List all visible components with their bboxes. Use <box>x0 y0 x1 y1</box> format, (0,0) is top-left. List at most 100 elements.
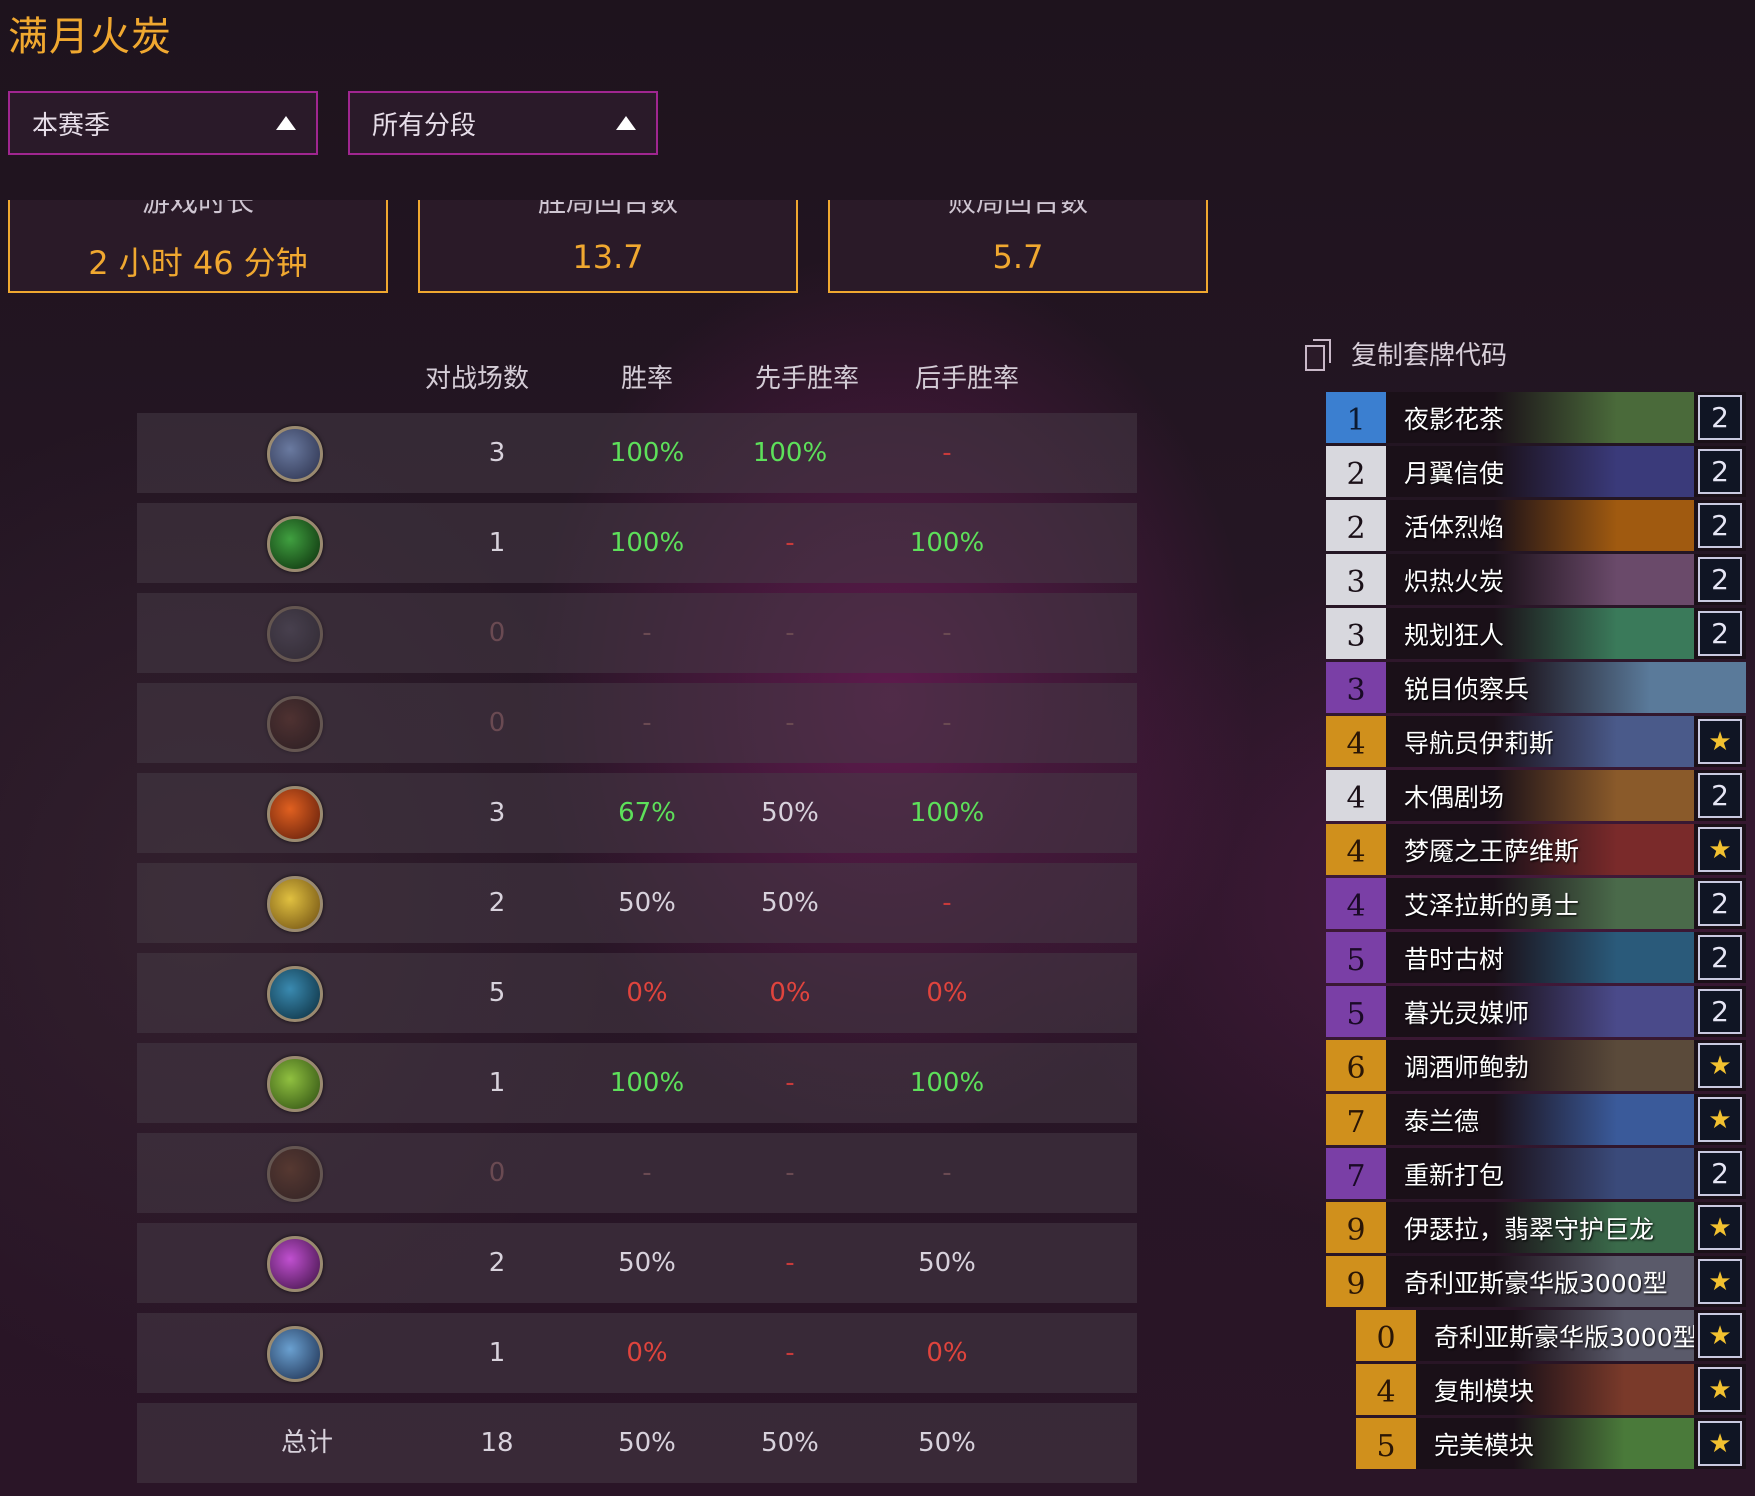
card-name: 活体烈焰 <box>1404 512 1505 542</box>
cell-second: 0% <box>926 1338 968 1368</box>
cell-winrate: 50% <box>618 1428 676 1458</box>
cell-winrate: 0% <box>626 1338 668 1368</box>
class-icon-2 <box>267 516 323 572</box>
card-name: 导航员伊莉斯 <box>1404 728 1555 758</box>
rank-dropdown-label: 所有分段 <box>372 110 477 141</box>
cell-first: 0% <box>769 978 811 1008</box>
cell-second: - <box>942 618 952 648</box>
deck-card[interactable]: 9 奇利亚斯豪华版3000型 ★ <box>1326 1256 1746 1307</box>
header-second-winrate: 后手胜率 <box>914 364 1019 394</box>
card-name-area: 木偶剧场 <box>1386 770 1694 821</box>
card-name: 锐目侦察兵 <box>1404 674 1530 704</box>
legendary-star-icon: ★ <box>1698 1421 1742 1466</box>
cell-winrate: 50% <box>618 888 676 918</box>
deck-card[interactable]: 5 暮光灵媒师 2 <box>1326 986 1746 1037</box>
cell-games: 18 <box>480 1428 514 1458</box>
card-count: 2 <box>1698 935 1742 980</box>
deck-card[interactable]: 5 昔时古树 2 <box>1326 932 1746 983</box>
card-count: 2 <box>1698 611 1742 656</box>
deck-card[interactable]: 5 完美模块 ★ <box>1356 1418 1746 1469</box>
deck-card[interactable]: 4 导航员伊莉斯 ★ <box>1326 716 1746 767</box>
deck-card[interactable]: 4 木偶剧场 2 <box>1326 770 1746 821</box>
card-name-area: 艾泽拉斯的勇士 <box>1386 878 1694 929</box>
deck-card[interactable]: 6 调酒师鲍勃 ★ <box>1326 1040 1746 1091</box>
deck-card[interactable]: 3 锐目侦察兵 <box>1326 662 1746 713</box>
deck-card[interactable]: 2 月翼信使 2 <box>1326 446 1746 497</box>
cell-first: 50% <box>761 798 819 828</box>
cell-winrate: 50% <box>618 1248 676 1278</box>
cell-winrate: 100% <box>609 1068 685 1098</box>
cell-winrate: 0% <box>626 978 668 1008</box>
table-row: 0 - - - <box>137 683 1137 763</box>
deck-card[interactable]: 3 炽热火炭 2 <box>1326 554 1746 605</box>
card-name-area: 暮光灵媒师 <box>1386 986 1694 1037</box>
class-icon-1 <box>267 426 323 482</box>
card-name: 艾泽拉斯的勇士 <box>1404 890 1580 920</box>
card-cost: 5 <box>1326 932 1386 983</box>
legendary-star-icon: ★ <box>1698 1043 1742 1088</box>
stat-loss-turns: 败局回合数 5.7 <box>828 200 1208 293</box>
cell-first: - <box>785 1248 795 1278</box>
page-title: 满月火炭 <box>8 14 172 60</box>
cell-first: - <box>785 1158 795 1188</box>
deck-card[interactable]: 3 规划狂人 2 <box>1326 608 1746 659</box>
caret-up-icon <box>616 116 636 130</box>
cell-second: 0% <box>926 978 968 1008</box>
card-name-area: 锐目侦察兵 <box>1386 662 1738 713</box>
card-name-area: 月翼信使 <box>1386 446 1694 497</box>
card-count: 2 <box>1698 449 1742 494</box>
cell-second: 100% <box>909 798 985 828</box>
card-cost: 9 <box>1326 1256 1386 1307</box>
stat-label: 胜局回合数 <box>537 200 678 218</box>
season-dropdown-label: 本赛季 <box>32 110 111 141</box>
class-icon-8 <box>267 1056 323 1112</box>
cell-first: 50% <box>761 1428 819 1458</box>
deck-card[interactable]: 7 重新打包 2 <box>1326 1148 1746 1199</box>
card-name: 木偶剧场 <box>1404 782 1505 812</box>
class-icon-11 <box>267 1326 323 1382</box>
deck-card[interactable]: 4 复制模块 ★ <box>1356 1364 1746 1415</box>
card-cost: 1 <box>1326 392 1386 443</box>
card-cost: 2 <box>1326 500 1386 551</box>
cell-games: 2 <box>488 888 506 918</box>
stat-value: 2 小时 46 分钟 <box>88 244 308 282</box>
rank-dropdown[interactable]: 所有分段 <box>348 91 658 155</box>
cell-first: - <box>785 528 795 558</box>
deck-card[interactable]: 4 艾泽拉斯的勇士 2 <box>1326 878 1746 929</box>
deck-card[interactable]: 7 泰兰德 ★ <box>1326 1094 1746 1145</box>
deck-card[interactable]: 1 夜影花茶 2 <box>1326 392 1746 443</box>
deck-card[interactable]: 9 伊瑟拉，翡翠守护巨龙 ★ <box>1326 1202 1746 1253</box>
cell-second: 50% <box>918 1248 976 1278</box>
card-count: 2 <box>1698 881 1742 926</box>
cell-first: - <box>785 708 795 738</box>
stat-label: 败局回合数 <box>947 200 1088 218</box>
cell-first: 100% <box>752 438 828 468</box>
card-count: 2 <box>1698 989 1742 1034</box>
card-name: 梦魇之王萨维斯 <box>1404 836 1580 866</box>
card-name: 完美模块 <box>1434 1430 1535 1460</box>
class-icon-9 <box>267 1146 323 1202</box>
deck-card[interactable]: 4 梦魇之王萨维斯 ★ <box>1326 824 1746 875</box>
cell-second: - <box>942 888 952 918</box>
card-name: 昔时古树 <box>1404 944 1505 974</box>
cell-games: 1 <box>488 1068 506 1098</box>
stat-game-duration: 游戏时长 2 小时 46 分钟 <box>8 200 388 293</box>
copy-deck-code-label: 复制套牌代码 <box>1351 341 1508 371</box>
cell-first: - <box>785 1068 795 1098</box>
deck-card[interactable]: 2 活体烈焰 2 <box>1326 500 1746 551</box>
caret-up-icon <box>276 116 296 130</box>
deck-card[interactable]: 0 奇利亚斯豪华版3000型 ★ <box>1356 1310 1746 1361</box>
class-icon-3 <box>267 606 323 662</box>
table-row: 1 100% - 100% <box>137 503 1137 583</box>
cell-games: 3 <box>488 438 506 468</box>
card-name-area: 重新打包 <box>1386 1148 1694 1199</box>
card-name: 夜影花茶 <box>1404 404 1505 434</box>
season-dropdown[interactable]: 本赛季 <box>8 91 318 155</box>
header-winrate: 胜率 <box>620 364 673 394</box>
cell-second: - <box>942 708 952 738</box>
table-row: 3 100% 100% - <box>137 413 1137 493</box>
card-count: 2 <box>1698 503 1742 548</box>
copy-deck-code-button[interactable]: 复制套牌代码 <box>1305 335 1507 372</box>
card-name: 泰兰德 <box>1404 1106 1480 1136</box>
card-name: 伊瑟拉，翡翠守护巨龙 <box>1404 1214 1655 1244</box>
